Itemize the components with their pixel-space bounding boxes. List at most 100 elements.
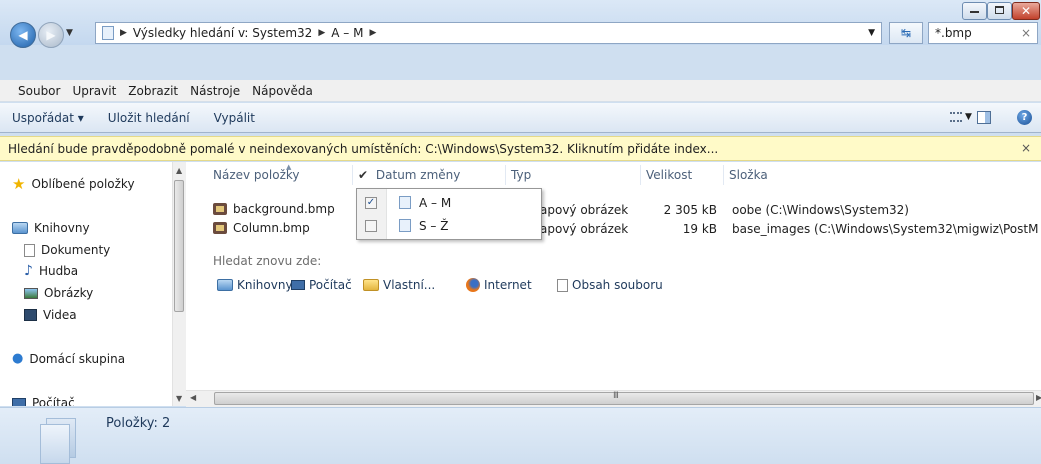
column-divider[interactable]: [352, 165, 353, 185]
file-type: apový obrázek: [540, 222, 629, 236]
file-row-name[interactable]: background.bmp: [213, 202, 335, 216]
organize-button[interactable]: Uspořádat ▾: [12, 111, 84, 125]
file-name: background.bmp: [233, 202, 335, 216]
stacked-files-icon: [38, 418, 78, 464]
address-bar[interactable]: ▶ Výsledky hledání v: System32 ▶ A – M ▶…: [95, 22, 882, 44]
pictures-icon: [24, 287, 38, 299]
search-again-computer-link[interactable]: Počítač: [291, 278, 352, 292]
file-size: 2 305 kB: [663, 203, 717, 217]
scroll-down-icon[interactable]: ▼: [176, 394, 182, 403]
breadcrumb-separator-icon[interactable]: ▶: [318, 28, 325, 38]
column-header-label: Velikost: [646, 168, 693, 182]
menu-edit[interactable]: Upravit: [72, 84, 116, 98]
menu-help[interactable]: Nápověda: [252, 84, 313, 98]
stack-icon: [399, 219, 411, 232]
help-icon: ?: [1021, 112, 1028, 123]
scroll-thumb-grip-icon: III: [613, 391, 619, 401]
forward-arrow-icon: ▶: [46, 28, 56, 42]
clear-search-icon[interactable]: ×: [1021, 26, 1031, 40]
menu-tools[interactable]: Nástroje: [190, 84, 240, 98]
info-bar-close-icon[interactable]: ×: [1021, 141, 1031, 155]
column-header-folder[interactable]: Složka: [729, 168, 768, 182]
minimize-button[interactable]: [962, 2, 987, 20]
link-label: Vlastní...: [383, 278, 436, 292]
navigation-pane: ★ Oblíbené položky Knihovny Dokumenty ♪ …: [0, 162, 186, 406]
breadcrumb-item-a-m[interactable]: A – M: [331, 26, 363, 40]
column-header-label: Typ: [511, 168, 532, 182]
preview-pane-button[interactable]: [977, 111, 991, 124]
nav-item-music[interactable]: ♪ Hudba: [24, 264, 78, 278]
info-bar[interactable]: Hledání bude pravděpodobně pomalé v nein…: [0, 136, 1041, 161]
column-header-type[interactable]: Typ: [511, 168, 531, 182]
menu-view[interactable]: Zobrazit: [128, 84, 178, 98]
column-header-size[interactable]: Velikost: [646, 168, 692, 182]
breadcrumb-separator-icon[interactable]: ▶: [369, 28, 376, 38]
close-window-button[interactable]: ✕: [1012, 2, 1040, 20]
scroll-left-icon[interactable]: ◀: [190, 393, 196, 402]
custom-folder-icon: [363, 279, 379, 291]
link-label: Knihovny: [237, 278, 293, 292]
close-icon: ✕: [1020, 4, 1032, 18]
search-again-custom-link[interactable]: Vlastní...: [363, 278, 435, 292]
column-header-label: Datum změny: [375, 168, 461, 182]
help-button[interactable]: ?: [1017, 110, 1032, 125]
nav-item-label: Obrázky: [44, 286, 94, 300]
search-again-label: Hledat znovu zde:: [213, 254, 322, 268]
breadcrumb-item-search-results[interactable]: Výsledky hledání v: System32: [133, 26, 312, 40]
recent-pages-dropdown-icon[interactable]: ▼: [66, 28, 73, 38]
libraries-icon: [12, 222, 28, 234]
burn-button[interactable]: Vypálit: [214, 111, 255, 125]
nav-item-libraries[interactable]: Knihovny: [12, 221, 90, 235]
view-options-button[interactable]: ▼: [950, 112, 972, 122]
nav-item-computer[interactable]: Počítač: [12, 396, 75, 406]
column-divider[interactable]: [505, 165, 506, 185]
address-history-dropdown-icon[interactable]: ▼: [868, 28, 875, 38]
scroll-right-icon[interactable]: ▶: [1036, 393, 1041, 402]
music-icon: ♪: [24, 263, 33, 279]
column-divider[interactable]: [723, 165, 724, 185]
file-folder: oobe (C:\Windows\System32): [732, 203, 909, 217]
file-contents-search-icon: [557, 278, 568, 292]
menu-file[interactable]: Soubor: [18, 84, 60, 98]
search-again-file-contents-link[interactable]: Obsah souboru: [557, 278, 663, 292]
refresh-button[interactable]: ↹: [889, 22, 923, 44]
column-header-date[interactable]: ✔ Datum změny: [358, 168, 460, 182]
file-row-name[interactable]: Column.bmp: [213, 221, 310, 235]
file-folder: base_images (C:\Windows\System32\migwiz\…: [732, 222, 1039, 236]
forward-button[interactable]: ▶: [38, 22, 64, 48]
nav-item-pictures[interactable]: Obrázky: [24, 286, 93, 300]
filter-option-label[interactable]: S – Ž: [419, 219, 448, 233]
nav-item-favorites[interactable]: ★ Oblíbené položky: [12, 177, 135, 192]
back-button[interactable]: ◀: [10, 22, 36, 48]
item-count: Položky: 2: [106, 416, 171, 431]
horizontal-scroll-thumb[interactable]: III: [214, 391, 1034, 405]
nav-pane-scroll-thumb[interactable]: [174, 180, 184, 312]
filter-checkbox-a-m[interactable]: ✓: [365, 197, 377, 209]
nav-item-label: Hudba: [38, 264, 79, 278]
nav-item-documents[interactable]: Dokumenty: [24, 243, 110, 257]
computer-icon: [12, 398, 26, 406]
filter-option-label[interactable]: A – M: [419, 196, 451, 210]
file-size: 19 kB: [682, 222, 717, 236]
breadcrumb-separator-icon[interactable]: ▶: [120, 28, 127, 38]
search-input[interactable]: *.bmp: [935, 26, 972, 40]
bitmap-file-icon: [213, 222, 227, 234]
search-again-internet-link[interactable]: Internet: [466, 278, 532, 292]
stack-icon: [399, 196, 411, 209]
nav-item-label: Knihovny: [34, 221, 90, 235]
info-bar-text[interactable]: Hledání bude pravděpodobně pomalé v nein…: [8, 142, 718, 156]
view-list-icon: [950, 112, 962, 122]
nav-item-videos[interactable]: Videa: [24, 308, 77, 322]
search-again-libraries-link[interactable]: Knihovny: [217, 278, 293, 292]
view-dropdown-icon: ▼: [965, 112, 972, 122]
scroll-up-icon[interactable]: ▲: [176, 166, 182, 175]
save-search-button[interactable]: Uložit hledání: [108, 111, 190, 125]
search-box[interactable]: *.bmp ×: [928, 22, 1038, 44]
videos-icon: [24, 309, 37, 321]
column-divider[interactable]: [640, 165, 641, 185]
filter-checkbox-s-z[interactable]: [365, 220, 377, 232]
nav-item-homegroup[interactable]: ● Domácí skupina: [12, 352, 125, 366]
maximize-button[interactable]: [987, 2, 1012, 20]
minimize-icon: [970, 11, 979, 13]
nav-item-label: Domácí skupina: [29, 352, 126, 366]
